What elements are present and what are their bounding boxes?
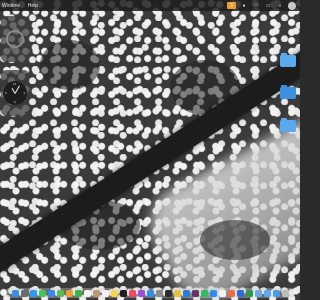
zoom-icon[interactable] <box>209 289 217 297</box>
avatar[interactable] <box>288 1 296 10</box>
desktop-wallpaper <box>0 0 300 300</box>
facetime-icon[interactable] <box>74 289 82 297</box>
terminal-icon[interactable] <box>164 289 172 297</box>
forest-shadow <box>200 220 270 260</box>
spotify-icon[interactable] <box>200 289 208 297</box>
status-badge[interactable]: 3 <box>227 2 236 9</box>
dock <box>6 288 294 298</box>
appstore-icon[interactable] <box>146 289 154 297</box>
clock-numeral: 3 <box>23 91 25 95</box>
clock-numeral: 6 <box>14 100 16 104</box>
messages-icon[interactable] <box>38 289 46 297</box>
search-icon[interactable]: ⌕ <box>276 2 284 9</box>
notion-icon[interactable] <box>218 289 226 297</box>
settings-icon[interactable] <box>155 289 163 297</box>
reminders-icon[interactable] <box>101 289 109 297</box>
ring-widget[interactable] <box>1 16 29 62</box>
excel-icon[interactable] <box>245 289 253 297</box>
word-icon[interactable] <box>236 289 244 297</box>
clock-numeral: 12 <box>13 82 17 86</box>
tv-icon[interactable] <box>119 289 127 297</box>
clock-widget[interactable]: 12 3 6 9 <box>1 70 29 116</box>
safari-icon[interactable] <box>29 289 37 297</box>
vscode-icon[interactable] <box>182 289 190 297</box>
contacts-icon[interactable] <box>92 289 100 297</box>
clock-face: 12 3 6 9 <box>3 81 27 105</box>
maps-icon[interactable] <box>56 289 64 297</box>
folder-icon[interactable] <box>280 118 296 132</box>
calendar-icon[interactable] <box>83 289 91 297</box>
notes-icon[interactable] <box>110 289 118 297</box>
mail-icon[interactable] <box>47 289 55 297</box>
folder-icon[interactable] <box>263 289 271 297</box>
finder-icon[interactable] <box>11 289 19 297</box>
clock-numeral: 9 <box>5 91 7 95</box>
figma-icon[interactable] <box>227 289 235 297</box>
clock-minute-hand <box>14 85 20 94</box>
menu-bar: Window Help 3 ● ◠ ▭ ⌕ <box>0 0 300 11</box>
podcasts-icon[interactable] <box>137 289 145 297</box>
ring-icon <box>6 30 24 48</box>
battery-icon[interactable]: ▭ <box>264 2 272 9</box>
folder-icon[interactable] <box>280 53 296 67</box>
wifi-icon[interactable]: ◠ <box>252 2 260 9</box>
status-tray: 3 ● ◠ ▭ ⌕ <box>227 1 300 10</box>
control-center-icon[interactable]: ● <box>240 2 248 9</box>
chrome-icon[interactable] <box>173 289 181 297</box>
slack-icon[interactable] <box>191 289 199 297</box>
trash-icon[interactable] <box>281 289 289 297</box>
folder-icon[interactable] <box>280 85 296 99</box>
music-icon[interactable] <box>128 289 136 297</box>
forest-shadow <box>40 40 100 90</box>
menu-window[interactable]: Window <box>2 3 20 9</box>
menu-help[interactable]: Help <box>28 3 38 9</box>
preview-icon[interactable] <box>254 289 262 297</box>
launchpad-icon[interactable] <box>20 289 28 297</box>
photos-icon[interactable] <box>65 289 73 297</box>
downloads-icon[interactable] <box>272 289 280 297</box>
